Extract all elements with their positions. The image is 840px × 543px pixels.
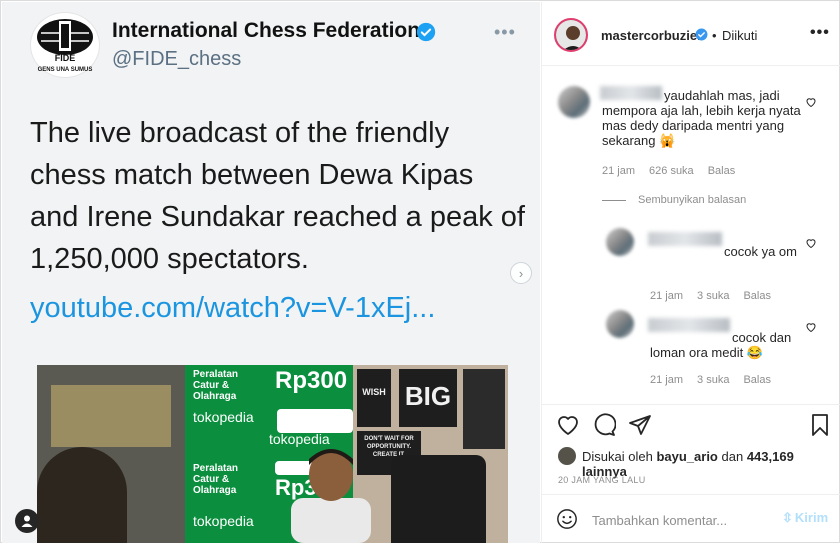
like-heart-icon[interactable] bbox=[556, 413, 580, 437]
hide-replies-line bbox=[602, 200, 626, 201]
emoji-icon[interactable] bbox=[556, 508, 578, 530]
reply-avatar[interactable] bbox=[606, 310, 634, 338]
comment-meta: 21 jam 626 suka Balas bbox=[602, 165, 749, 177]
comment-text: yaudahlah mas, jadi mempora aja lah, leb… bbox=[602, 88, 801, 148]
verified-badge-icon bbox=[695, 28, 708, 41]
header-separator: • bbox=[712, 28, 717, 43]
reply-text: cocok ya om bbox=[724, 244, 797, 259]
comment-bubble-icon[interactable] bbox=[592, 413, 616, 437]
reply-text: cocok dan loman ora medit 😂 bbox=[650, 330, 792, 360]
reply-username[interactable] bbox=[648, 232, 722, 246]
reply-meta: 21 jam 3 suka Balas bbox=[650, 374, 785, 386]
reply-reply-button[interactable]: Balas bbox=[743, 374, 771, 386]
banner-top-text: Peralatan Catur & Olahraga bbox=[193, 369, 239, 402]
comment-composer: ⇳Kirim bbox=[542, 494, 840, 543]
banner-shipping-pill: BEBAS ONGKIR bbox=[277, 409, 353, 433]
post-comment-label: Kirim bbox=[794, 510, 829, 525]
reply-time: 21 jam bbox=[650, 290, 684, 302]
comment-time: 21 jam bbox=[602, 165, 636, 177]
tweet-photo: Peralatan Catur & Olahraga Rp300 tokoped… bbox=[37, 365, 508, 543]
verified-badge-icon bbox=[416, 22, 436, 42]
following-button[interactable]: Diikuti bbox=[722, 28, 757, 43]
banner-price-1: Rp300 bbox=[275, 367, 348, 394]
comment-reply-button[interactable]: Balas bbox=[708, 165, 736, 177]
comments-list: yaudahlah mas, jadi mempora aja lah, leb… bbox=[542, 66, 840, 404]
banner-mid-text: Peralatan Catur & Olahraga bbox=[193, 463, 239, 496]
hide-replies-button[interactable]: Sembunyikan balasan bbox=[638, 194, 746, 206]
fide-logo-text: FIDE bbox=[55, 53, 76, 63]
tweet-link: youtube.com/watch?v=V-1xEj... bbox=[30, 292, 436, 324]
post-icon: ⇳ bbox=[782, 510, 793, 525]
share-send-icon[interactable] bbox=[628, 413, 652, 437]
user-tag-icon bbox=[21, 515, 33, 527]
heart-icon[interactable] bbox=[805, 96, 817, 108]
fide-logo-motto: GENS UNA SUMUS bbox=[38, 67, 93, 73]
banner-brand-1: tokopedia bbox=[193, 409, 254, 425]
reply-meta: 21 jam 3 suka Balas bbox=[650, 290, 785, 302]
post-dialog: FIDE GENS UNA SUMUS International Chess … bbox=[0, 0, 840, 543]
post-actions: Disukai oleh bayu_ario dan 443,169 lainn… bbox=[542, 404, 840, 494]
liked-by-connector: dan bbox=[721, 449, 744, 464]
chevron-right-icon: › bbox=[518, 265, 524, 281]
commenter-avatar[interactable] bbox=[558, 86, 590, 118]
more-options-icon[interactable]: ••• bbox=[810, 24, 830, 42]
author-username[interactable]: mastercorbuzier bbox=[601, 28, 702, 43]
post-sidebar: mastercorbuzier • Diikuti ••• yaudahlah … bbox=[541, 2, 840, 543]
reply-avatar[interactable] bbox=[606, 228, 634, 256]
reply-reply-button[interactable]: Balas bbox=[743, 290, 771, 302]
poster-wish: WISH bbox=[357, 369, 391, 427]
comment-input[interactable] bbox=[592, 509, 772, 531]
photo-stage-screen bbox=[51, 385, 171, 447]
photo-player-left bbox=[37, 447, 127, 543]
liked-by-user[interactable]: bayu_ario bbox=[656, 449, 717, 464]
post-header: mastercorbuzier • Diikuti ••• bbox=[542, 2, 840, 66]
tagged-users-button[interactable] bbox=[15, 509, 39, 533]
poster-portrait bbox=[463, 369, 505, 449]
tweet-text: The live broadcast of the friendly chess… bbox=[30, 117, 525, 275]
banner-brand-3: tokopedia bbox=[193, 513, 254, 529]
reply-likes[interactable]: 3 suka bbox=[697, 290, 729, 302]
liked-by-avatar[interactable] bbox=[558, 447, 576, 465]
author-avatar[interactable] bbox=[554, 18, 588, 52]
tweet-handle: @FIDE_chess bbox=[112, 48, 242, 70]
post-comment-button[interactable]: ⇳ Kirim bbox=[782, 510, 828, 526]
photo-player-center bbox=[291, 449, 371, 543]
carousel-next-button[interactable]: › bbox=[510, 262, 532, 284]
bookmark-icon[interactable] bbox=[808, 413, 832, 437]
post-timestamp[interactable]: 20 JAM YANG LALU bbox=[558, 475, 646, 485]
fide-logo: FIDE GENS UNA SUMUS bbox=[30, 12, 100, 78]
reply-likes[interactable]: 3 suka bbox=[697, 374, 729, 386]
tweet-more-icon: ••• bbox=[494, 22, 516, 42]
tweet-display-name: International Chess Federation bbox=[112, 19, 421, 42]
comment-likes[interactable]: 626 suka bbox=[649, 165, 694, 177]
heart-icon[interactable] bbox=[805, 321, 817, 333]
reply-time: 21 jam bbox=[650, 374, 684, 386]
heart-icon[interactable] bbox=[805, 237, 817, 249]
poster-big: BIG bbox=[399, 369, 457, 427]
liked-by-prefix: Disukai oleh bbox=[582, 449, 653, 464]
photo-chair bbox=[391, 455, 486, 543]
post-media: FIDE GENS UNA SUMUS International Chess … bbox=[2, 2, 540, 543]
